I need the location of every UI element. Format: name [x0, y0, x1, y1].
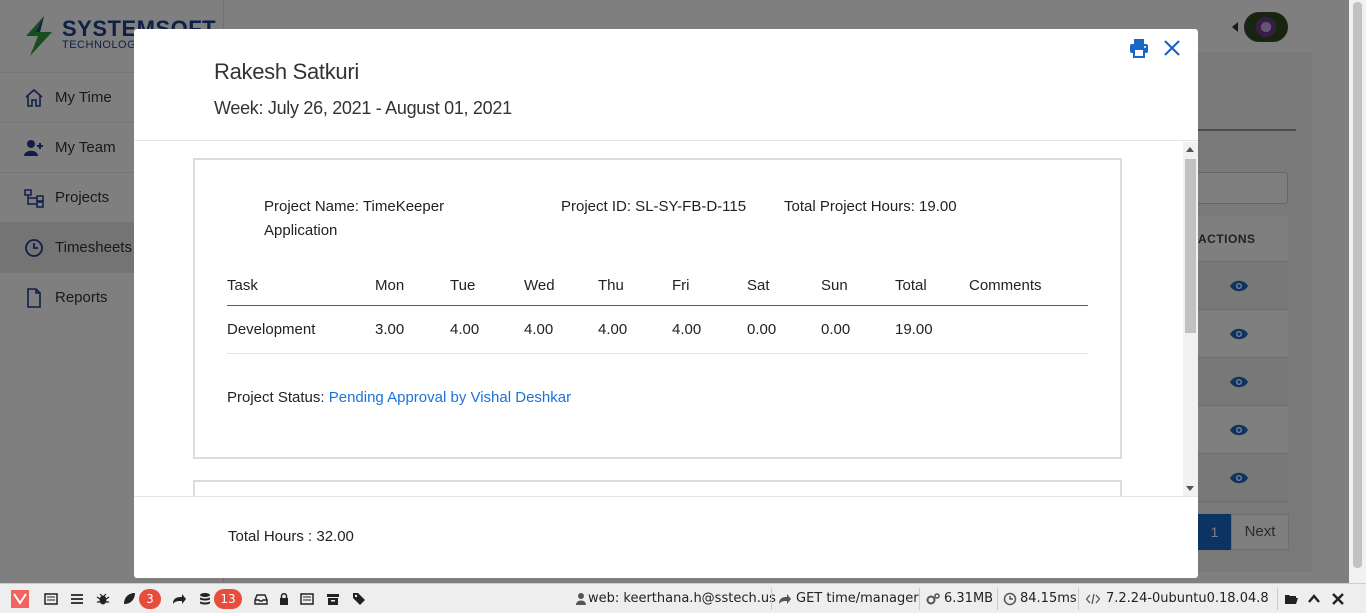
cell-thu: 4.00: [598, 321, 628, 338]
route-icon[interactable]: [172, 592, 186, 606]
col-header-total: Total: [895, 277, 927, 294]
modal-footer: Total Hours : 32.00: [134, 496, 1198, 578]
bug-icon[interactable]: [96, 592, 110, 606]
lock-icon[interactable]: [277, 592, 291, 606]
chevron-up-icon[interactable]: [1307, 592, 1321, 606]
cogs-icon: [926, 593, 940, 605]
page-scrollbar-thumb[interactable]: [1353, 2, 1362, 568]
employee-name: Rakesh Satkuri: [214, 59, 359, 84]
scroll-down-icon[interactable]: [1186, 486, 1194, 491]
tags-icon[interactable]: [352, 592, 366, 606]
separator: [1277, 588, 1278, 610]
separator: [1078, 588, 1079, 610]
col-header-sun: Sun: [821, 277, 848, 294]
debug-php-version: 7.2.24-0ubuntu0.18.04.8: [1106, 591, 1269, 606]
timesheet-detail-modal: Rakesh Satkuri Week: July 26, 2021 - Aug…: [134, 29, 1198, 578]
share-icon: [779, 594, 791, 604]
col-header-mon: Mon: [375, 277, 405, 294]
col-header-thu: Thu: [598, 277, 624, 294]
archive-icon[interactable]: [326, 592, 340, 606]
col-header-sat: Sat: [747, 277, 770, 294]
scroll-up-icon[interactable]: [1186, 147, 1194, 152]
folder-open-icon[interactable]: [1284, 592, 1298, 606]
col-header-tue: Tue: [450, 277, 476, 294]
print-icon[interactable]: [1129, 38, 1149, 58]
list-icon[interactable]: [300, 592, 314, 606]
close-icon[interactable]: [1162, 38, 1182, 58]
project-status-value[interactable]: Pending Approval by Vishal Deshkar: [329, 389, 571, 406]
page-scrollbar[interactable]: [1349, 0, 1366, 583]
cell-tue: 4.00: [450, 321, 480, 338]
hours-table: Task Mon Tue Wed Thu Fri Sat Sun Total C…: [227, 266, 1088, 354]
col-header-comments: Comments: [969, 277, 1042, 294]
cell-task: Development: [227, 321, 316, 338]
debug-memory[interactable]: 6.31MB: [944, 591, 993, 606]
cell-total: 19.00: [895, 321, 933, 338]
total-hours: Total Hours : 32.00: [228, 528, 354, 545]
modal-header: Rakesh Satkuri Week: July 26, 2021 - Aug…: [134, 29, 1198, 141]
week-range: Week: July 26, 2021 - August 01, 2021: [214, 98, 512, 118]
laravel-logo-icon[interactable]: [10, 589, 30, 609]
cell-mon: 3.00: [375, 321, 405, 338]
leaf-icon[interactable]: [122, 592, 136, 606]
debug-bar: 3 13 web: keerthana.h@sstech.us GET time…: [0, 583, 1366, 613]
project-id: Project ID: SL-SY-FB-D-115: [561, 198, 747, 215]
project-card: Project Name: TimeKeeper Application Pro…: [193, 158, 1122, 459]
col-header-fri: Fri: [672, 277, 690, 294]
modal-body: Project Name: TimeKeeper Application Pro…: [134, 142, 1198, 496]
cell-sat: 0.00: [747, 321, 777, 338]
timeline-icon[interactable]: [70, 592, 84, 606]
cell-wed: 4.00: [524, 321, 554, 338]
project-status-label: Project Status:: [227, 389, 325, 406]
separator: [997, 588, 998, 610]
col-header-task: Task: [227, 277, 258, 294]
user-icon: [576, 593, 586, 605]
project-total-hours: Total Project Hours: 19.00: [784, 198, 957, 215]
table-header-row: Task Mon Tue Wed Thu Fri Sat Sun Total C…: [227, 266, 1088, 306]
clock-icon: [1003, 592, 1017, 606]
messages-icon[interactable]: [44, 592, 58, 606]
database-icon[interactable]: [198, 592, 212, 606]
separator: [771, 588, 772, 610]
debug-auth-user[interactable]: web: keerthana.h@sstech.us: [588, 591, 776, 606]
close-debugbar-icon[interactable]: [1331, 592, 1345, 606]
col-header-wed: Wed: [524, 277, 555, 294]
inbox-icon[interactable]: [254, 592, 268, 606]
views-count-badge: 3: [139, 589, 161, 609]
debug-route[interactable]: GET time/manager: [796, 591, 919, 606]
modal-scrollbar-thumb[interactable]: [1185, 159, 1196, 333]
cell-sun: 0.00: [821, 321, 851, 338]
separator: [919, 588, 920, 610]
project-name: Project Name: TimeKeeper Application: [264, 198, 445, 239]
queries-count-badge: 13: [214, 589, 242, 609]
table-row: Development 3.00 4.00 4.00 4.00 4.00 0.0…: [227, 306, 1088, 354]
code-icon: [1086, 593, 1100, 605]
project-card: [193, 480, 1122, 496]
cell-fri: 4.00: [672, 321, 702, 338]
debug-time[interactable]: 84.15ms: [1020, 591, 1077, 606]
project-status: Project Status: Pending Approval by Vish…: [227, 389, 571, 406]
modal-scrollbar[interactable]: [1183, 142, 1198, 496]
